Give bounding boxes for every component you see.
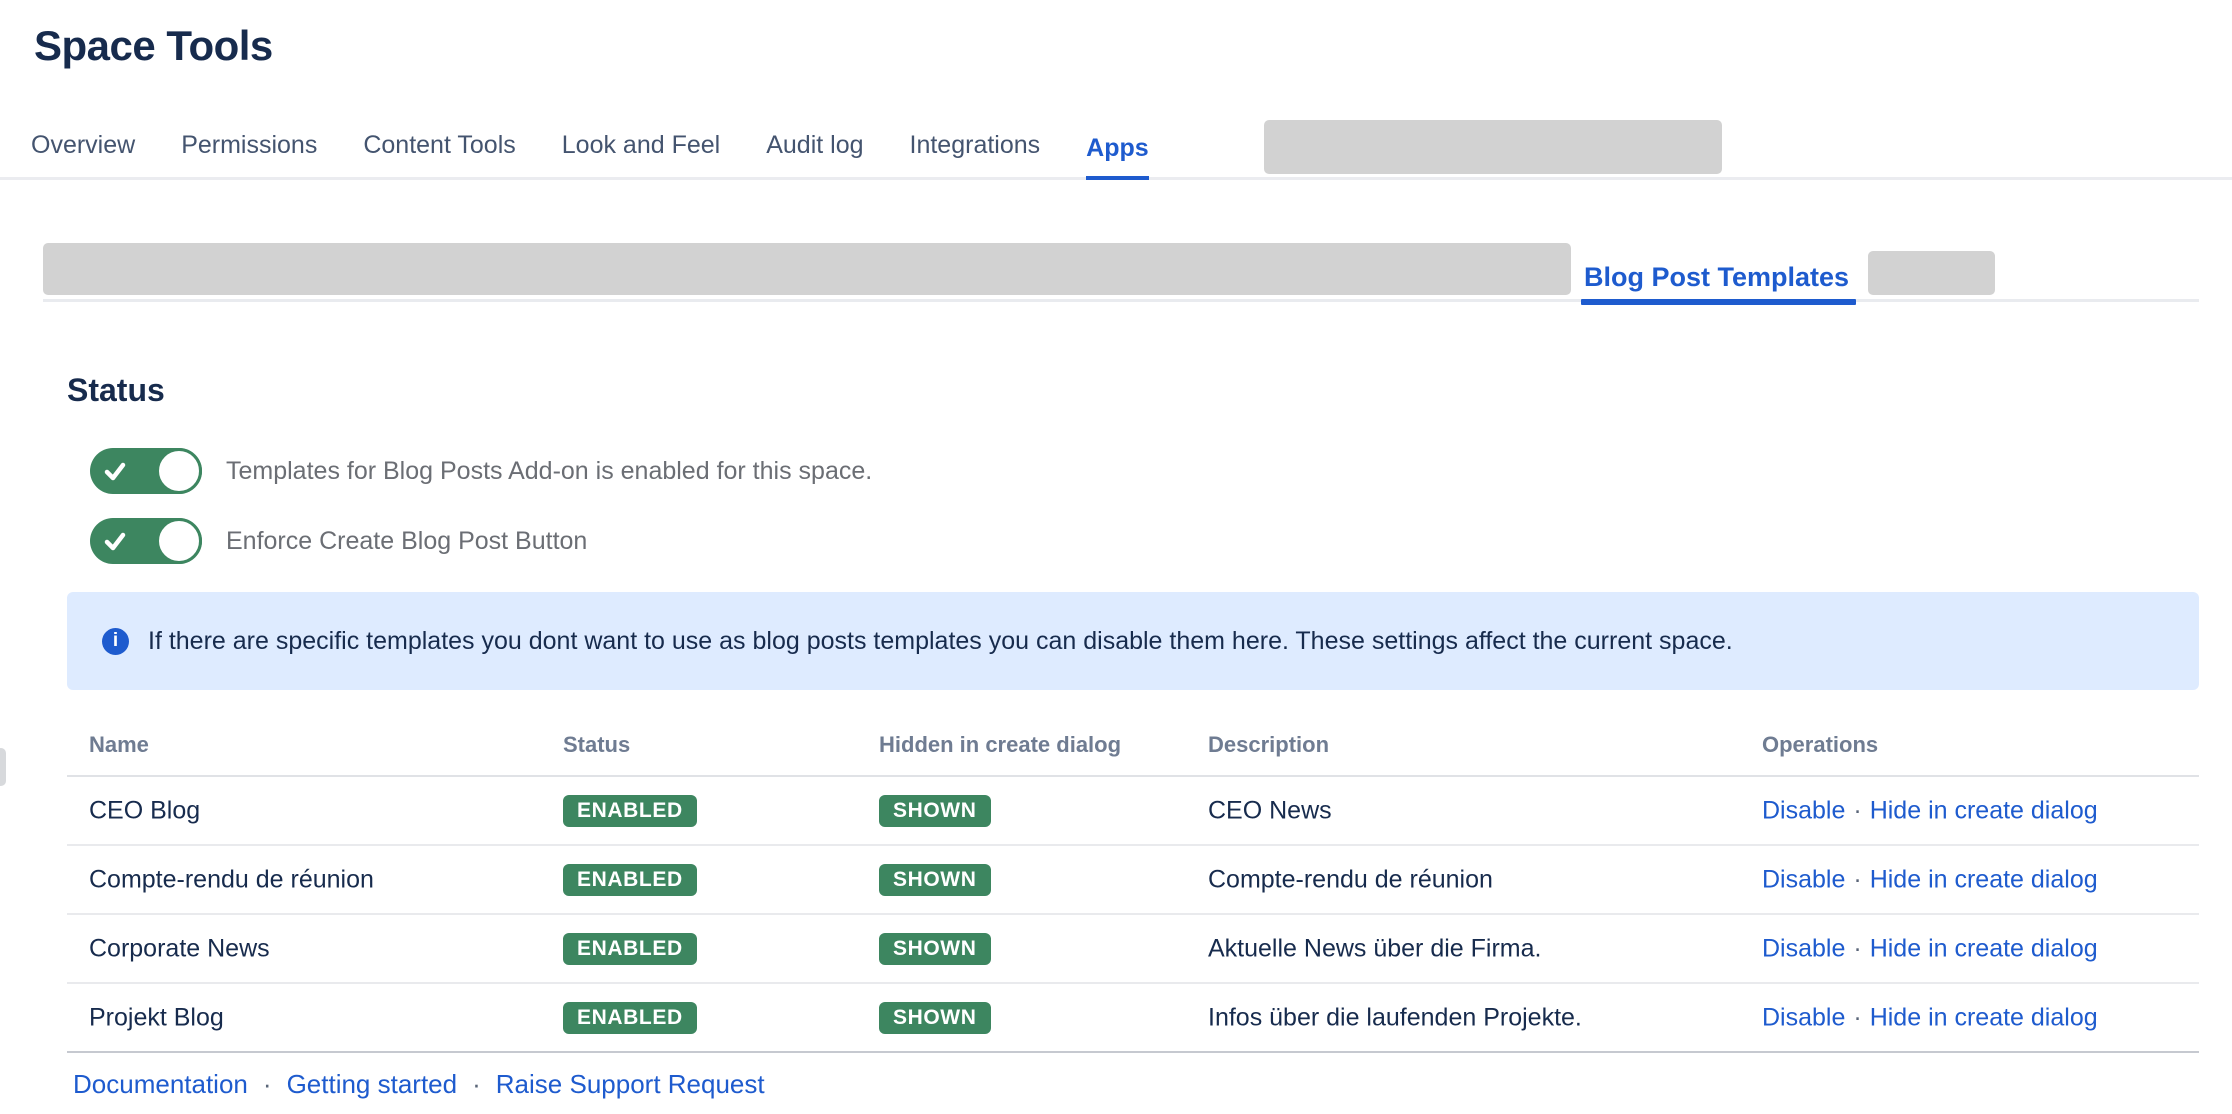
secondary-tab-bar: Blog Post Templates bbox=[43, 242, 2199, 302]
column-header-hidden: Hidden in create dialog bbox=[879, 732, 1121, 758]
column-header-status: Status bbox=[563, 732, 630, 758]
hidden-badge: SHOWN bbox=[879, 795, 991, 827]
ops-separator: · bbox=[1845, 796, 1869, 824]
info-icon: i bbox=[102, 628, 129, 655]
disable-link[interactable]: Disable bbox=[1762, 934, 1845, 962]
addon-enabled-label: Templates for Blog Posts Add-on is enabl… bbox=[226, 455, 872, 487]
page-title: Space Tools bbox=[34, 22, 273, 70]
hide-in-create-dialog-link[interactable]: Hide in create dialog bbox=[1870, 1003, 2098, 1031]
tab-content-tools[interactable]: Content Tools bbox=[363, 131, 515, 177]
table-header-row: Name Status Hidden in create dialog Desc… bbox=[67, 715, 2199, 777]
hidden-badge: SHOWN bbox=[879, 933, 991, 965]
hidden-badge: SHOWN bbox=[879, 1002, 991, 1034]
template-description: Aktuelle News über die Firma. bbox=[1208, 934, 1541, 963]
tab-look-and-feel[interactable]: Look and Feel bbox=[562, 131, 720, 177]
tab-apps[interactable]: Apps bbox=[1086, 134, 1149, 180]
column-header-operations: Operations bbox=[1762, 732, 1878, 758]
footer-links: Documentation · Getting started · Raise … bbox=[73, 1068, 765, 1100]
check-icon bbox=[103, 529, 127, 553]
tab-integrations[interactable]: Integrations bbox=[910, 131, 1041, 177]
ops-separator: · bbox=[1845, 1003, 1869, 1031]
footer-separator: · bbox=[263, 1068, 272, 1100]
table-row: Projekt Blog ENABLED SHOWN Infos über di… bbox=[67, 984, 2199, 1053]
getting-started-link[interactable]: Getting started bbox=[287, 1068, 458, 1100]
template-description: Compte-rendu de réunion bbox=[1208, 865, 1493, 894]
toggle-knob bbox=[156, 448, 202, 494]
primary-tabs: Overview Permissions Content Tools Look … bbox=[31, 131, 1149, 177]
template-description: CEO News bbox=[1208, 796, 1332, 825]
hide-in-create-dialog-link[interactable]: Hide in create dialog bbox=[1870, 796, 2098, 824]
operations-cell: Disable·Hide in create dialog bbox=[1762, 796, 2098, 825]
status-heading: Status bbox=[67, 372, 165, 409]
disable-link[interactable]: Disable bbox=[1762, 796, 1845, 824]
active-tab-underline bbox=[1581, 299, 1856, 305]
check-icon bbox=[103, 459, 127, 483]
documentation-link[interactable]: Documentation bbox=[73, 1068, 248, 1100]
tab-overview[interactable]: Overview bbox=[31, 131, 135, 177]
ops-separator: · bbox=[1845, 934, 1869, 962]
redacted-header-block bbox=[1264, 120, 1722, 174]
status-badge: ENABLED bbox=[563, 1002, 697, 1034]
info-banner-text: If there are specific templates you dont… bbox=[148, 627, 1733, 656]
disable-link[interactable]: Disable bbox=[1762, 1003, 1845, 1031]
template-name: CEO Blog bbox=[89, 796, 200, 825]
redacted-tab-block[interactable] bbox=[1868, 251, 1995, 295]
tab-permissions[interactable]: Permissions bbox=[181, 131, 317, 177]
enforce-create-button-label: Enforce Create Blog Post Button bbox=[226, 525, 587, 557]
table-row: Compte-rendu de réunion ENABLED SHOWN Co… bbox=[67, 846, 2199, 915]
info-banner: i If there are specific templates you do… bbox=[67, 592, 2199, 690]
redacted-tabs-block[interactable] bbox=[43, 243, 1571, 295]
tab-blog-post-templates[interactable]: Blog Post Templates bbox=[1584, 262, 1849, 293]
table-row: CEO Blog ENABLED SHOWN CEO News Disable·… bbox=[67, 777, 2199, 846]
addon-enabled-toggle[interactable] bbox=[90, 448, 202, 494]
template-name: Compte-rendu de réunion bbox=[89, 865, 374, 894]
operations-cell: Disable·Hide in create dialog bbox=[1762, 934, 2098, 963]
toggle-knob bbox=[156, 518, 202, 564]
status-badge: ENABLED bbox=[563, 864, 697, 896]
template-name: Corporate News bbox=[89, 934, 270, 963]
tab-audit-log[interactable]: Audit log bbox=[766, 131, 863, 177]
column-header-name: Name bbox=[89, 732, 149, 758]
primary-tab-bar: Overview Permissions Content Tools Look … bbox=[0, 0, 2232, 180]
table-row: Corporate News ENABLED SHOWN Aktuelle Ne… bbox=[67, 915, 2199, 984]
status-badge: ENABLED bbox=[563, 933, 697, 965]
template-description: Infos über die laufenden Projekte. bbox=[1208, 1003, 1582, 1032]
disable-link[interactable]: Disable bbox=[1762, 865, 1845, 893]
template-name: Projekt Blog bbox=[89, 1003, 224, 1032]
operations-cell: Disable·Hide in create dialog bbox=[1762, 1003, 2098, 1032]
hide-in-create-dialog-link[interactable]: Hide in create dialog bbox=[1870, 865, 2098, 893]
templates-table: Name Status Hidden in create dialog Desc… bbox=[67, 715, 2199, 1053]
raise-support-request-link[interactable]: Raise Support Request bbox=[496, 1068, 765, 1100]
footer-separator: · bbox=[472, 1068, 481, 1100]
hide-in-create-dialog-link[interactable]: Hide in create dialog bbox=[1870, 934, 2098, 962]
left-edge-scroll-artifact bbox=[0, 748, 6, 786]
operations-cell: Disable·Hide in create dialog bbox=[1762, 865, 2098, 894]
ops-separator: · bbox=[1845, 865, 1869, 893]
hidden-badge: SHOWN bbox=[879, 864, 991, 896]
status-badge: ENABLED bbox=[563, 795, 697, 827]
column-header-description: Description bbox=[1208, 732, 1329, 758]
enforce-create-button-toggle[interactable] bbox=[90, 518, 202, 564]
